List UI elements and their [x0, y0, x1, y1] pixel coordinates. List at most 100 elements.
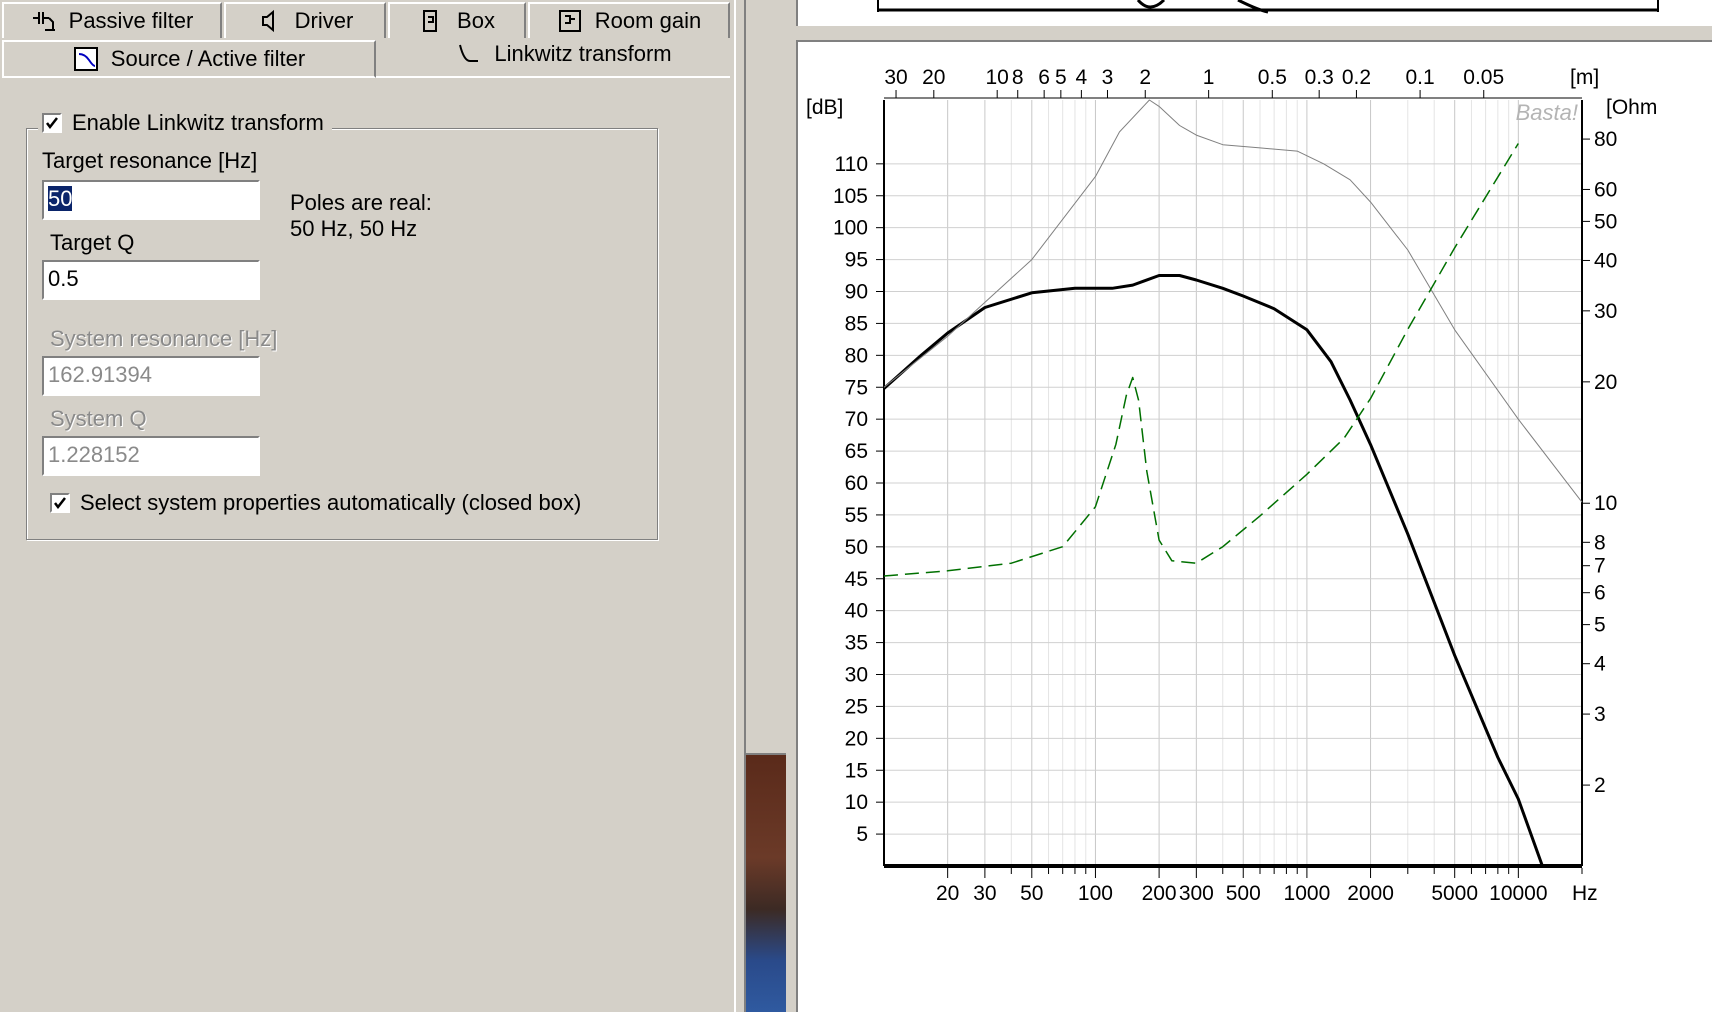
top-tick-label: 2	[1139, 66, 1151, 89]
y-tick-label: 5	[856, 823, 868, 846]
speaker-icon	[257, 8, 283, 34]
y-tick-label: 20	[845, 727, 868, 750]
auto-select-check[interactable]	[50, 493, 70, 513]
response-chart-svg: 20 30 50 100 200 300 500 1000 2000 5000 10000 Hz 30 2…	[806, 66, 1657, 905]
y-tick-label: 60	[845, 472, 868, 495]
top-tick-label: 6	[1038, 66, 1050, 89]
y-tick-label: 35	[845, 632, 868, 655]
y2-tick-label: 2	[1594, 774, 1606, 797]
top-tick-label: 0.1	[1405, 66, 1434, 89]
y-axis-label: [dB]	[806, 96, 843, 119]
enable-linkwitz-checkbox[interactable]: Enable Linkwitz transform	[38, 110, 332, 136]
passive-filter-icon	[31, 8, 57, 34]
top-tick-label: 8	[1012, 66, 1024, 89]
tab-driver[interactable]: Driver	[224, 2, 386, 38]
x-tick-label: 500	[1226, 882, 1261, 905]
tab-box-label: Box	[457, 8, 495, 33]
y2-tick-label: 40	[1594, 249, 1617, 272]
tab-source-active-filter[interactable]: Source / Active filter	[2, 40, 376, 78]
y2-tick-label: 10	[1594, 492, 1617, 515]
y-tick-label: 95	[845, 249, 868, 272]
y-tick-label: 65	[845, 440, 868, 463]
x-tick-label: 30	[973, 882, 996, 905]
x-tick-label: 50	[1020, 882, 1043, 905]
system-resonance-input: 162.91394	[42, 356, 260, 396]
y-tick-label: 30	[845, 664, 868, 687]
poles-line-2: 50 Hz, 50 Hz	[290, 216, 418, 241]
y2-tick-label: 6	[1594, 582, 1606, 605]
y-tick-label: 75	[845, 376, 868, 399]
room-icon	[557, 8, 583, 34]
series-2	[883, 143, 1519, 577]
x-tick-label: 200	[1142, 882, 1177, 905]
y-tick-label: 90	[845, 281, 868, 304]
y-tick-label: 50	[845, 536, 868, 559]
x-tick-label: 1000	[1284, 882, 1331, 905]
system-q-input: 1.228152	[42, 436, 260, 476]
y2-tick-label: 20	[1594, 371, 1617, 394]
chart-axes	[876, 90, 1590, 878]
y2-tick-label: 3	[1594, 703, 1606, 726]
watermark-text: Basta!	[1516, 100, 1578, 125]
response-chart: 20 30 50 100 200 300 500 1000 2000 5000 10000 Hz 30 2…	[796, 40, 1712, 1012]
y-tick-label: 55	[845, 504, 868, 527]
desktop-background	[746, 755, 786, 1012]
linkwitz-page: Enable Linkwitz transform Target resonan…	[0, 78, 730, 1012]
system-q-label: System Q	[50, 406, 147, 431]
tab-passive-filter-label: Passive filter	[68, 8, 194, 33]
y-tick-label: 45	[845, 568, 868, 591]
target-q-label: Target Q	[50, 230, 135, 255]
enable-linkwitz-check[interactable]	[42, 113, 62, 133]
background-divider	[746, 736, 786, 755]
chart-grid	[883, 100, 1583, 866]
y2-tick-label: 80	[1594, 128, 1617, 151]
y2-tick-label: 4	[1594, 653, 1606, 676]
tab-linkwitz-transform-label: Linkwitz transform	[494, 41, 672, 66]
top-tick-label: 1	[1203, 66, 1215, 89]
y-tick-label: 80	[845, 344, 868, 367]
auto-select-checkbox[interactable]: Select system properties automatically (…	[50, 490, 581, 516]
tab-driver-label: Driver	[294, 8, 354, 33]
box-icon	[419, 8, 445, 34]
target-resonance-label: Target resonance [Hz]	[42, 148, 258, 173]
top-tick-label: 0.05	[1463, 66, 1504, 89]
system-resonance-label: System resonance [Hz]	[50, 326, 278, 351]
y2-tick-label: 30	[1594, 300, 1617, 323]
y2-tick-label: 7	[1594, 555, 1606, 578]
series-0	[883, 274, 1582, 868]
top-tick-label: 30	[884, 66, 907, 89]
target-q-input[interactable]: 0.5	[42, 260, 260, 300]
auto-select-label: Select system properties automatically (…	[80, 490, 582, 515]
top-tick-label: 0.3	[1305, 66, 1334, 89]
panel-splitter[interactable]	[734, 0, 746, 1012]
tab-box[interactable]: Box	[388, 2, 526, 38]
tab-passive-filter[interactable]: Passive filter	[2, 2, 222, 38]
x-tick-label: 20	[936, 882, 959, 905]
y2-tick-label: 5	[1594, 614, 1606, 637]
y2-axis-label: [Ohm	[1606, 96, 1657, 119]
x-tick-label: 2000	[1347, 882, 1394, 905]
tab-source-active-filter-label: Source / Active filter	[110, 46, 306, 71]
top-tick-label: 0.5	[1258, 66, 1287, 89]
upper-chart-svg	[877, 0, 1659, 14]
y2-tick-label: 8	[1594, 531, 1606, 554]
tab-room-gain-label: Room gain	[594, 8, 702, 33]
y-tick-label: 40	[845, 600, 868, 623]
y-tick-label: 105	[833, 185, 868, 208]
source-filter-icon	[73, 46, 99, 72]
x-tick-label: 5000	[1431, 882, 1478, 905]
y2-tick-label: 60	[1594, 178, 1617, 201]
x-unit-label: Hz	[1572, 882, 1598, 905]
x-tick-label: 300	[1179, 882, 1214, 905]
target-resonance-value: 50	[48, 186, 73, 211]
y-tick-label: 70	[845, 408, 868, 431]
y-tick-label: 25	[845, 695, 868, 718]
target-resonance-input[interactable]: 50	[42, 180, 260, 220]
poles-line-1: Poles are real:	[290, 190, 432, 215]
tab-room-gain[interactable]: Room gain	[528, 2, 730, 38]
y-tick-label: 100	[833, 217, 868, 240]
checkmark-icon	[54, 497, 66, 510]
y2-tick-label: 50	[1594, 210, 1617, 233]
y-tick-label: 10	[845, 791, 868, 814]
tab-linkwitz-transform[interactable]: Linkwitz transform	[444, 36, 684, 72]
